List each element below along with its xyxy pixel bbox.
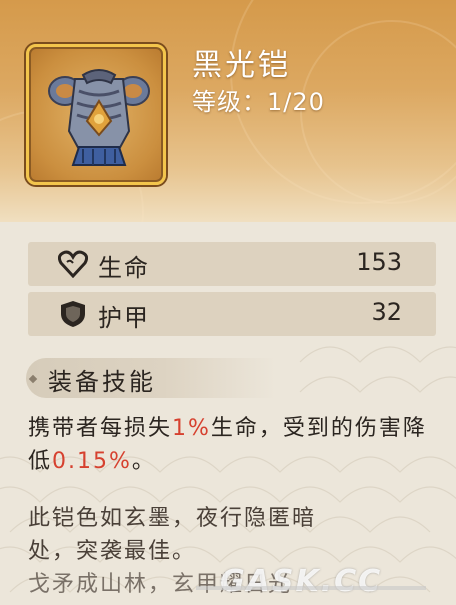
stat-row-health: 生命 153: [28, 242, 436, 286]
skill-desc-highlight: 1%: [172, 416, 211, 441]
shield-icon: [61, 301, 85, 327]
flavor-line: 此铠色如玄墨，夜行隐匿暗: [28, 506, 317, 531]
watermark-bar: [196, 586, 426, 590]
item-name: 黑光铠: [192, 48, 291, 83]
stat-value: 153: [356, 248, 402, 276]
stat-value: 32: [371, 298, 402, 326]
skill-desc-text: 。: [131, 449, 156, 474]
skill-desc-text: 携带者每损失: [28, 416, 173, 441]
skill-description: 携带者每损失1%生命，受到的伤害降低0.15%。: [28, 412, 428, 478]
item-details: 生命 153 护甲 32 装备技能 携带者每损失1%生命，受到的伤害降低0.15…: [0, 222, 456, 605]
level-value: 1/20: [267, 88, 325, 116]
armor-chestplate-icon: [48, 69, 150, 166]
watermark: GASK.CC: [196, 564, 426, 599]
stat-row-armor: 护甲 32: [28, 292, 436, 336]
item-header: 黑光铠 等级：1/20: [0, 0, 456, 222]
stat-label: 护甲: [98, 304, 150, 332]
stat-label: 生命: [98, 254, 150, 282]
item-icon-frame[interactable]: [26, 44, 166, 185]
skill-section-header: 装备技能: [26, 358, 276, 398]
skill-section-title: 装备技能: [48, 368, 156, 396]
skill-desc-highlight: 0.15%: [52, 449, 132, 474]
level-label: 等级：: [192, 88, 267, 116]
heart-icon: [58, 250, 88, 278]
watermark-text: GASK.CC: [220, 564, 383, 599]
item-level: 等级：1/20: [192, 82, 325, 117]
bullet-diamond-icon: [28, 374, 38, 384]
